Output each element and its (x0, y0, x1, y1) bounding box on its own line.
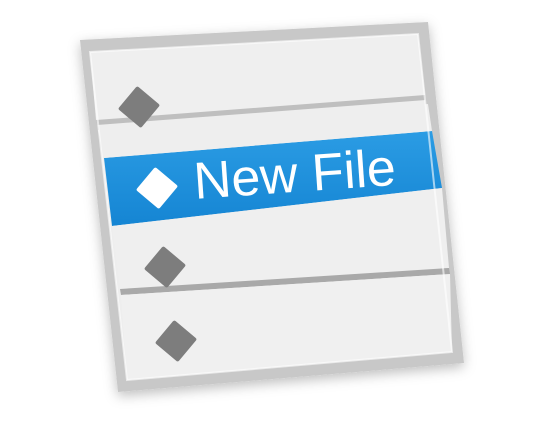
app-icon: New File (0, 0, 560, 420)
row-label-new-file: New File (191, 138, 398, 211)
list-panel-graphic (80, 22, 464, 392)
